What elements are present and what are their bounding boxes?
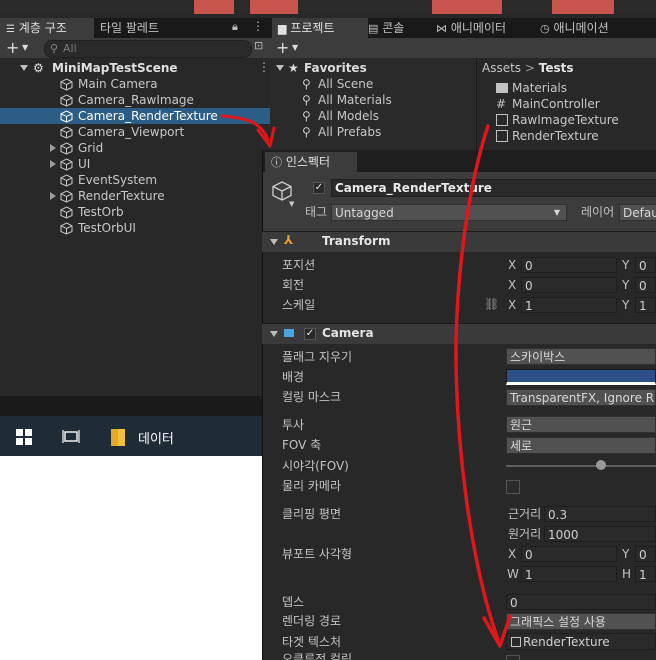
annotation-arrowhead-project [482, 614, 512, 648]
annotation-arrow-project [454, 124, 500, 642]
annotation-arrows [220, 114, 512, 648]
